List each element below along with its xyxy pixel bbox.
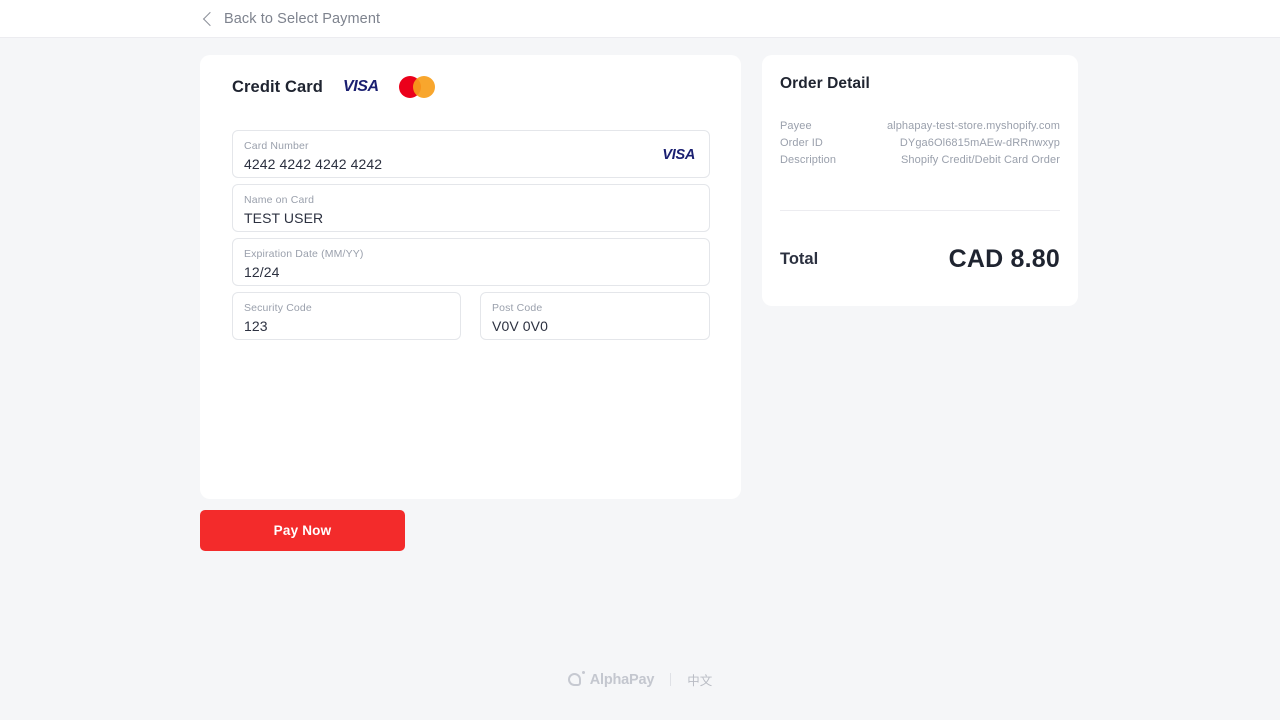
description-value: Shopify Credit/Debit Card Order bbox=[901, 154, 1060, 166]
security-code-field[interactable]: Security Code 123 bbox=[232, 292, 461, 340]
visa-badge-icon: VISA bbox=[662, 147, 695, 163]
card-number-field[interactable]: Card Number 4242 4242 4242 4242 VISA bbox=[232, 130, 710, 178]
total-amount: CAD 8.80 bbox=[948, 245, 1060, 273]
post-code-field[interactable]: Post Code V0V 0V0 bbox=[480, 292, 710, 340]
payment-method-title: Credit Card bbox=[232, 77, 323, 96]
alphapay-brand: AlphaPay bbox=[567, 671, 655, 688]
order-detail-title: Order Detail bbox=[780, 75, 870, 92]
footer: AlphaPay 中文 bbox=[0, 670, 1280, 689]
footer-divider bbox=[670, 673, 672, 686]
mastercard-logo-icon bbox=[398, 76, 435, 98]
order-detail-rows: Payee alphapay-test-store.myshopify.com … bbox=[780, 118, 1060, 169]
pay-now-button[interactable]: Pay Now bbox=[200, 510, 405, 551]
card-number-value: 4242 4242 4242 4242 bbox=[244, 156, 383, 172]
alphapay-brand-name: AlphaPay bbox=[589, 671, 655, 688]
card-number-label: Card Number bbox=[244, 140, 309, 152]
name-on-card-field[interactable]: Name on Card TEST USER bbox=[232, 184, 710, 232]
post-code-value: V0V 0V0 bbox=[492, 318, 548, 334]
expiration-date-field[interactable]: Expiration Date (MM/YY) 12/24 bbox=[232, 238, 710, 286]
top-bar: Back to Select Payment bbox=[0, 0, 1280, 38]
visa-logo-icon: VISA bbox=[342, 78, 379, 95]
back-to-select-payment-button[interactable]: Back to Select Payment bbox=[202, 0, 381, 38]
post-code-label: Post Code bbox=[492, 302, 543, 314]
expiration-date-value: 12/24 bbox=[244, 264, 280, 280]
order-detail-panel: Order Detail Payee alphapay-test-store.m… bbox=[762, 55, 1078, 306]
order-id-value: DYga6Ol6815mAEw-dRRnwxyp bbox=[899, 137, 1060, 149]
total-label: Total bbox=[780, 250, 819, 268]
order-row-order-id: Order ID DYga6Ol6815mAEw-dRRnwxyp bbox=[780, 135, 1060, 152]
credit-card-panel: Credit Card VISA Card Number 4242 4242 4… bbox=[200, 55, 741, 499]
language-switch-link[interactable]: 中文 bbox=[687, 670, 712, 689]
payee-label: Payee bbox=[780, 120, 812, 132]
security-code-label: Security Code bbox=[244, 302, 312, 314]
order-total-row: Total CAD 8.80 bbox=[780, 245, 1060, 274]
order-id-label: Order ID bbox=[780, 137, 823, 149]
name-on-card-label: Name on Card bbox=[244, 194, 315, 206]
order-divider bbox=[780, 210, 1060, 211]
payee-value: alphapay-test-store.myshopify.com bbox=[886, 120, 1060, 132]
description-label: Description bbox=[780, 154, 837, 166]
chevron-left-icon bbox=[202, 11, 218, 27]
name-on-card-value: TEST USER bbox=[244, 210, 324, 226]
order-row-payee: Payee alphapay-test-store.myshopify.com bbox=[780, 118, 1060, 135]
back-label: Back to Select Payment bbox=[224, 11, 381, 27]
security-code-value: 123 bbox=[244, 318, 268, 334]
expiration-date-label: Expiration Date (MM/YY) bbox=[244, 248, 364, 260]
payment-method-header: Credit Card VISA bbox=[232, 76, 435, 98]
order-row-description: Description Shopify Credit/Debit Card Or… bbox=[780, 152, 1060, 169]
alphapay-logo-icon bbox=[567, 671, 585, 688]
